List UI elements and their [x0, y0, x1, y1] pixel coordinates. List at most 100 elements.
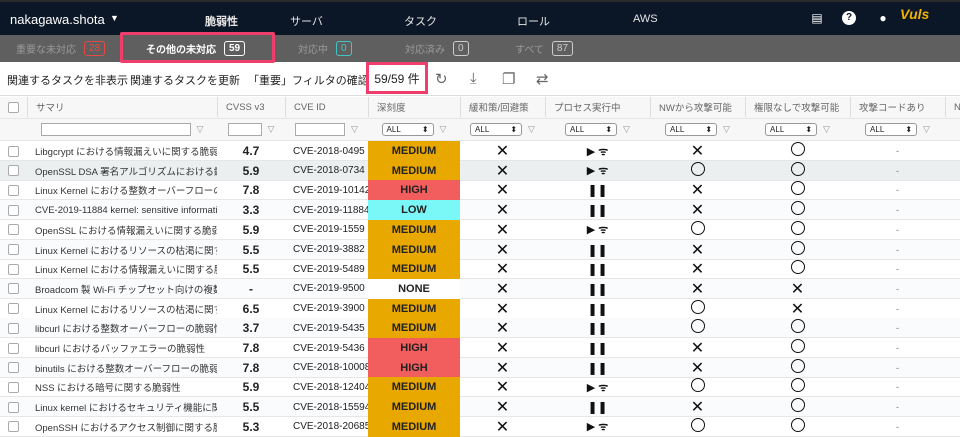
row-checkbox[interactable] [8, 421, 19, 433]
nav-vulnerabilities[interactable]: 脆弱性 [205, 13, 238, 29]
row-select[interactable] [0, 180, 27, 200]
filter-icon[interactable]: ▽ [440, 124, 447, 135]
row-select[interactable] [0, 279, 27, 299]
column-header[interactable]: CVSS v3 [217, 97, 285, 117]
column-header[interactable]: NWから攻撃可能 [650, 97, 745, 117]
filter-select[interactable]: ALL ⬍ [470, 122, 523, 136]
summary-cell[interactable]: Linux kernel におけるセキュリティ機能に関する [27, 397, 217, 417]
row-select[interactable] [0, 358, 27, 378]
filter-select[interactable]: ALL ⬍ [565, 122, 618, 136]
summary-cell[interactable]: OpenSSL における情報漏えいに関する脆弱性 [27, 220, 217, 240]
summary-cell[interactable]: Broadcom 製 Wi-Fi チップセット向けの複数の [27, 279, 217, 299]
summary-cell[interactable]: libcurl におけるバッファエラーの脆弱性 [27, 338, 217, 358]
cve-id[interactable]: CVE-2019-5489 [285, 259, 368, 279]
download-icon[interactable]: ⤓ [470, 70, 477, 87]
summary-cell[interactable]: OpenSSL DSA 署名アルゴリズムにおける鍵管理 [27, 161, 217, 181]
filter-input[interactable] [295, 122, 346, 136]
row-select[interactable] [0, 220, 27, 240]
cve-id[interactable]: CVE-2018-15594 [285, 397, 368, 417]
row-checkbox[interactable] [8, 401, 19, 413]
summary-cell[interactable]: CVE-2019-11884 kernel: sensitive informa… [27, 200, 217, 220]
table-row[interactable]: binutils における整数オーバーフローの脆弱性 7.8 CVE-2018-10… [0, 357, 960, 378]
row-select[interactable] [0, 161, 27, 181]
summary-cell[interactable]: Linux Kernel における情報漏えいに関する脆弱性 [27, 259, 217, 279]
column-header[interactable]: サマリ [27, 97, 217, 117]
nav-tasks[interactable]: タスク [404, 13, 437, 29]
summary-cell[interactable]: libcurl における整数オーバーフローの脆弱性 [27, 318, 217, 338]
copy-icon[interactable]: ❐ [502, 70, 515, 88]
table-row[interactable]: libcurl における整数オーバーフローの脆弱性 3.7 CVE-2019-543… [0, 318, 960, 339]
row-checkbox[interactable] [8, 263, 19, 275]
check-filter-button[interactable]: 「重要」フィルタの確認 [248, 72, 369, 88]
table-row[interactable]: CVE-2019-11884 kernel: sensitive informa… [0, 200, 960, 221]
account-icon[interactable]: ● [876, 11, 890, 25]
summary-cell[interactable]: NSS における暗号に関する脆弱性 [27, 377, 217, 397]
tab-done[interactable]: 対応済み 0 [405, 35, 469, 62]
compress-icon[interactable]: ⇄ [536, 70, 549, 88]
row-checkbox[interactable] [8, 204, 19, 216]
row-checkbox[interactable] [8, 145, 19, 157]
row-select[interactable] [0, 141, 27, 161]
filter-icon[interactable]: ▽ [923, 124, 930, 135]
cve-id[interactable]: CVE-2018-12404 [285, 377, 368, 397]
cve-id[interactable]: CVE-2018-100087 [285, 358, 368, 378]
filter-icon[interactable]: ▽ [351, 124, 358, 135]
row-checkbox[interactable] [8, 224, 19, 236]
filter-select[interactable]: ALL ⬍ [381, 122, 434, 136]
row-select[interactable] [0, 200, 27, 220]
filter-icon[interactable]: ▽ [528, 124, 535, 135]
table-row[interactable]: NSS における暗号に関する脆弱性 5.9 CVE-2018-12404 MEDIUM… [0, 377, 960, 398]
layout-icon[interactable]: ▤ [810, 11, 824, 25]
cve-id[interactable]: CVE-2018-20685 [285, 417, 368, 437]
filter-icon[interactable]: ▽ [623, 124, 630, 135]
filter-select[interactable]: ALL ⬍ [765, 122, 818, 136]
update-tasks-button[interactable]: 関連するタスクを更新 [130, 72, 240, 88]
table-row[interactable]: Linux Kernel におけるリソースの枯渇に関する脆 5.5 CVE-2019… [0, 239, 960, 260]
table-row[interactable]: libcurl におけるバッファエラーの脆弱性 7.8 CVE-2019-5436 H… [0, 338, 960, 358]
filter-icon[interactable]: ▽ [823, 124, 830, 135]
summary-cell[interactable]: Linux Kernel におけるリソースの枯渇に関する脆 [27, 299, 217, 319]
row-select[interactable] [0, 240, 27, 260]
filter-icon[interactable]: ▽ [723, 124, 730, 135]
cve-id[interactable]: CVE-2018-0734 [285, 161, 368, 181]
user-menu[interactable]: nakagawa.shota [10, 12, 105, 27]
cve-id[interactable]: CVE-2019-10142 [285, 180, 368, 200]
filter-select[interactable]: ALL ⬍ [665, 122, 718, 136]
filter-select[interactable]: ALL ⬍ [865, 122, 918, 136]
summary-cell[interactable]: Linux Kernel におけるリソースの枯渇に関する脆 [27, 240, 217, 260]
row-checkbox[interactable] [8, 165, 19, 177]
row-select[interactable] [0, 318, 27, 338]
table-row[interactable]: Broadcom 製 Wi-Fi チップセット向けの複数の - CVE-2019-9… [0, 278, 960, 299]
table-row[interactable]: Linux Kernel における情報漏えいに関する脆弱性 5.5 CVE-2019… [0, 259, 960, 280]
select-all-checkbox[interactable] [8, 101, 19, 113]
future-vuls-logo[interactable]: Vuls [900, 6, 960, 34]
tab-all[interactable]: すべて 87 [515, 35, 574, 62]
column-header[interactable]: 権限なしで攻撃可能 [745, 97, 850, 117]
cve-id[interactable]: CVE-2019-5436 [285, 338, 368, 358]
column-header[interactable]: 緩和策/回避策 [460, 97, 545, 117]
filter-input[interactable] [227, 122, 262, 136]
row-checkbox[interactable] [8, 184, 19, 196]
filter-input[interactable] [40, 122, 191, 136]
header-select-all[interactable] [0, 97, 27, 117]
filter-icon[interactable]: ▽ [268, 124, 275, 135]
table-row[interactable]: Libgcrypt における情報漏えいに関する脆弱性 4.7 CVE-2018-04… [0, 141, 960, 161]
row-checkbox[interactable] [8, 322, 19, 334]
row-select[interactable] [0, 338, 27, 358]
row-checkbox[interactable] [8, 303, 19, 315]
summary-cell[interactable]: Linux Kernel における整数オーバーフローの脆弱 [27, 180, 217, 200]
tab-in-progress[interactable]: 対応中 0 [298, 35, 352, 62]
column-header[interactable]: NW [945, 97, 960, 117]
caret-down-icon[interactable]: ▼ [110, 13, 119, 23]
cve-id[interactable]: CVE-2019-11884 [285, 200, 368, 220]
nav-servers[interactable]: サーバ [290, 13, 323, 29]
row-select[interactable] [0, 299, 27, 319]
table-row[interactable]: Linux kernel におけるセキュリティ機能に関する 5.5 CVE-2018… [0, 397, 960, 418]
column-header[interactable]: 深刻度 [368, 97, 460, 117]
column-header[interactable]: CVE ID [285, 97, 368, 117]
summary-cell[interactable]: OpenSSH におけるアクセス制御に関する脆弱性 [27, 417, 217, 437]
column-header[interactable]: 攻撃コードあり [850, 97, 945, 117]
nav-roles[interactable]: ロール [517, 13, 550, 29]
hide-tasks-button[interactable]: 関連するタスクを非表示 [7, 72, 128, 88]
cve-id[interactable]: CVE-2019-3900 [285, 299, 368, 319]
